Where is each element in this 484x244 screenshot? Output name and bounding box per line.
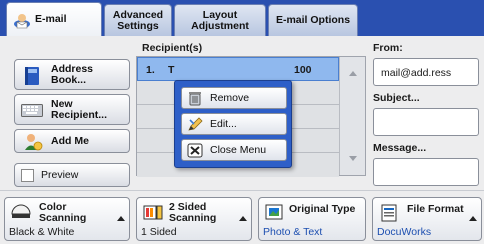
trash-icon [187, 91, 203, 106]
new-recipient-line2: Recipient... [51, 108, 108, 121]
color-scanning-line2: Scanning [39, 212, 87, 224]
tab-bar: E-mail Advanced Settings Layout Adjustme… [0, 0, 484, 36]
preview-checkbox[interactable]: Preview [14, 163, 130, 187]
person-icon [23, 132, 43, 152]
new-recipient-line1: New [51, 97, 73, 110]
recipient-suffix: 100 [294, 64, 312, 76]
subject-field[interactable] [373, 108, 479, 136]
new-recipient-button[interactable]: New Recipient... [14, 94, 130, 125]
keyboard-icon [21, 104, 43, 117]
tab-layout-adjustment-line2: Adjustment [191, 19, 249, 32]
original-type-button[interactable]: Original Type Photo & Text [258, 197, 366, 241]
color-scanning-button[interactable]: Color Scanning Black & White [4, 197, 130, 241]
tab-layout-adjustment[interactable]: Layout Adjustment [174, 4, 266, 36]
add-me-label: Add Me [51, 134, 89, 147]
from-field[interactable]: mail@add.ress [373, 58, 479, 86]
original-type-icon [265, 204, 283, 220]
file-format-button[interactable]: File Format DocuWorks [372, 197, 482, 241]
from-label: From: [373, 42, 403, 54]
color-scanning-value: Black & White [9, 226, 75, 238]
tab-layout-adjustment-line1: Layout [202, 8, 238, 21]
recipient-scrollbar[interactable] [339, 57, 365, 175]
subject-button[interactable]: Subject... [373, 92, 420, 104]
two-sided-value: 1 Sided [141, 226, 177, 238]
close-icon [187, 143, 203, 158]
address-book-line2: Book... [51, 73, 87, 86]
feature-bar: Color Scanning Black & White 2 Sided Sca… [0, 190, 484, 244]
remove-label: Remove [210, 92, 250, 104]
chevron-up-icon [469, 216, 477, 221]
checkbox-icon [21, 169, 34, 182]
tab-email-label: E-mail [35, 13, 67, 25]
recipient-context-menu: Remove Edit... Close Menu [174, 80, 292, 168]
tab-email[interactable]: E-mail [6, 2, 102, 36]
add-me-button[interactable]: Add Me [14, 129, 130, 153]
message-field[interactable] [373, 158, 479, 186]
file-format-icon [381, 204, 397, 222]
edit-label: Edit... [210, 118, 237, 130]
address-book-button[interactable]: Address Book... [14, 59, 130, 90]
edit-menu-item[interactable]: Edit... [181, 113, 287, 135]
original-type-value: Photo & Text [263, 226, 323, 238]
scroll-down-icon[interactable] [349, 156, 357, 161]
scroll-up-icon[interactable] [349, 71, 357, 76]
tab-email-options-label: E-mail Options [275, 14, 351, 26]
recipient-row[interactable]: 1. T 100 [137, 57, 339, 81]
address-book-icon [23, 66, 41, 86]
address-book-line1: Address [51, 62, 94, 75]
tab-advanced-settings[interactable]: Advanced Settings [104, 4, 172, 36]
message-button[interactable]: Message... [373, 142, 426, 154]
color-scanning-icon [11, 204, 31, 220]
original-type-label: Original Type [289, 203, 356, 215]
email-icon [13, 11, 31, 29]
recipient-number: 1. [146, 64, 155, 76]
file-format-value: DocuWorks [377, 226, 432, 238]
remove-menu-item[interactable]: Remove [181, 87, 287, 109]
tab-email-options[interactable]: E-mail Options [268, 4, 358, 36]
recipients-header: Recipient(s) [142, 42, 203, 54]
chevron-up-icon [117, 216, 125, 221]
two-sided-line2: Scanning [169, 212, 217, 224]
recipient-prefix: T [168, 64, 175, 76]
two-sided-scanning-button[interactable]: 2 Sided Scanning 1 Sided [136, 197, 252, 241]
close-menu-label: Close Menu [210, 144, 267, 156]
close-menu-item[interactable]: Close Menu [181, 139, 287, 161]
tab-advanced-settings-line2: Settings [117, 19, 159, 32]
tab-advanced-settings-line1: Advanced [112, 8, 164, 21]
file-format-label: File Format [407, 203, 464, 215]
chevron-up-icon [239, 216, 247, 221]
pencil-icon [187, 117, 203, 132]
two-sided-icon [143, 204, 163, 220]
main-panel: Address Book... New Recipient... Add Me … [0, 36, 484, 190]
preview-label: Preview [41, 168, 79, 181]
